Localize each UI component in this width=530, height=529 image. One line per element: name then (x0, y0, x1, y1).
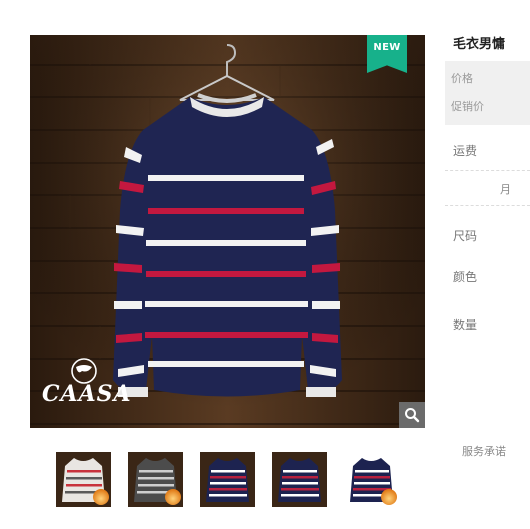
thumbnail-2[interactable] (128, 452, 183, 507)
shipping-label: 运费 (453, 144, 478, 158)
warm-flame-icon (381, 489, 397, 505)
thumbnail-5[interactable] (344, 452, 399, 507)
thumbnail-image (272, 452, 327, 507)
thumbnail-1[interactable] (56, 452, 111, 507)
price-label: 价格 (451, 72, 473, 85)
brand-logo: CAASA (42, 357, 131, 407)
main-product-image[interactable]: NEW CAASA (30, 35, 425, 428)
thumbnail-image (200, 452, 255, 507)
brand-name: CAASA (42, 381, 132, 407)
promo-price-label: 促销价 (451, 100, 484, 113)
size-label: 尺码 (453, 229, 478, 243)
service-promise-label: 服务承诺 (462, 445, 506, 458)
quantity-label: 数量 (453, 318, 478, 332)
magnifier-icon (405, 408, 420, 423)
thumbnail-4[interactable] (272, 452, 327, 507)
divider (445, 205, 530, 206)
zoom-button[interactable] (399, 402, 425, 428)
thumbnail-3[interactable] (200, 452, 255, 507)
color-label: 颜色 (453, 270, 478, 284)
product-title: 毛衣男慵 (453, 37, 506, 52)
warm-flame-icon (165, 489, 181, 505)
warm-flame-icon (93, 489, 109, 505)
divider (445, 170, 530, 171)
price-panel: 价格 促销价 (445, 61, 530, 125)
thumbnail-strip (56, 452, 416, 510)
product-page: NEW CAASA 毛衣男慵 价格 促销价 运费 月 尺码 颜色 数量 服务承诺 (0, 0, 530, 529)
monthly-sales-fragment: 月 (500, 183, 511, 196)
